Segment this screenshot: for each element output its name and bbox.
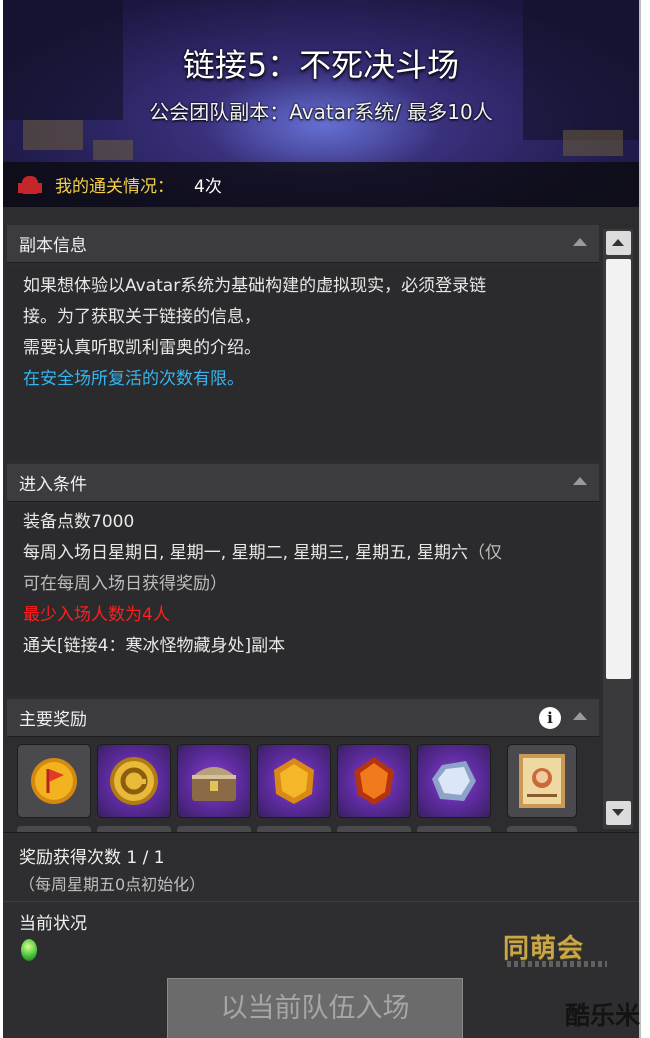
section-title-info: 副本信息 — [19, 236, 87, 256]
section-title-conditions: 进入条件 — [19, 475, 87, 495]
enter-with-party-button[interactable]: 以当前队伍入场 — [167, 978, 463, 1038]
collapse-arrow-icon[interactable] — [573, 477, 587, 485]
collapse-arrow-icon[interactable] — [573, 238, 587, 246]
helmet-icon — [17, 175, 43, 195]
gold-gem-icon — [274, 758, 314, 804]
section-body-conditions: 装备点数7000 每周入场日星期日, 星期一, 星期二, 星期三, 星期五, 星… — [7, 505, 599, 695]
vertical-scrollbar[interactable] — [603, 229, 633, 829]
dungeon-window: 链接5：不死决斗场 公会团队副本：Avatar系统/ 最多10人 我的通关情况：… — [3, 0, 639, 1038]
scroll-thumb[interactable] — [606, 259, 631, 679]
section-header-info[interactable]: 副本信息 — [7, 225, 599, 263]
reward-slot[interactable] — [177, 744, 251, 818]
info-icon[interactable]: i — [539, 707, 561, 729]
prerequisite: 通关[链接4：寒冰怪物藏身处]副本 — [23, 636, 286, 656]
footer-panel: 奖励获得次数 1 / 1 （每周星期五0点初始化） 当前状况 同萌会 以当前队伍… — [3, 832, 639, 1038]
flag-coin-icon — [31, 758, 77, 804]
orange-gem-icon — [354, 757, 394, 805]
reward-slot[interactable] — [507, 744, 577, 818]
reward-slot[interactable] — [417, 744, 491, 818]
divider — [3, 901, 639, 902]
gold-coin-icon — [110, 757, 158, 805]
clear-status-bar: 我的通关情况： 4次 — [3, 162, 639, 207]
crystal-icon — [432, 761, 476, 801]
corner-watermark: 酷乐米 — [564, 1001, 640, 1030]
entry-days-note-cont: 可在每周入场日获得奖励） — [23, 574, 227, 594]
dungeon-subtitle: 公会团队副本：Avatar系统/ 最多10人 — [149, 100, 493, 124]
clear-label: 我的通关情况： — [55, 177, 174, 197]
wanted-poster-icon — [519, 754, 565, 808]
entry-days-list: 每周入场日星期日, 星期一, 星期二, 星期三, 星期五, 星期六 — [23, 543, 469, 563]
dungeon-banner: 链接5：不死决斗场 公会团队副本：Avatar系统/ 最多10人 我的通关情况：… — [3, 0, 639, 207]
info-highlight: 在安全场所复活的次数有限。 — [23, 369, 244, 389]
reward-count: 奖励获得次数 1 / 1 — [19, 848, 165, 868]
min-players-warning: 最少入场人数为4人 — [23, 605, 170, 625]
details-panel[interactable]: 副本信息 如果想体验以Avatar系统为基础构建的虚拟现实，必须登录链 接。为了… — [3, 207, 639, 832]
gear-requirement: 装备点数7000 — [23, 512, 135, 532]
info-line: 如果想体验以Avatar系统为基础构建的虚拟现实，必须登录链 — [23, 276, 487, 296]
reward-slot[interactable] — [257, 744, 331, 818]
dungeon-title: 链接5：不死决斗场 — [182, 46, 460, 84]
section-header-conditions[interactable]: 进入条件 — [7, 464, 599, 502]
reward-slot[interactable] — [337, 744, 411, 818]
window-edge — [639, 0, 641, 1038]
reward-list — [17, 744, 597, 832]
entry-days-note: （仅 — [468, 543, 503, 563]
info-line: 需要认真听取凯利雷奥的介绍。 — [23, 338, 261, 358]
section-title-rewards: 主要奖励 — [19, 710, 87, 730]
scroll-up-button[interactable] — [606, 231, 631, 255]
section-body-info: 如果想体验以Avatar系统为基础构建的虚拟现实，必须登录链 接。为了获取关于链… — [7, 266, 599, 461]
collapse-arrow-icon[interactable] — [573, 712, 587, 720]
reward-slot[interactable] — [17, 744, 91, 818]
info-line: 接。为了获取关于链接的信息， — [23, 307, 261, 327]
reset-note: （每周星期五0点初始化） — [19, 875, 206, 894]
section-header-rewards[interactable]: 主要奖励 i — [7, 699, 599, 737]
watermark-stripe — [507, 961, 607, 967]
status-light-icon — [21, 939, 37, 961]
clear-count: 4次 — [194, 177, 222, 197]
status-label: 当前状况 — [19, 914, 87, 934]
reward-slot[interactable] — [97, 744, 171, 818]
scroll-down-button[interactable] — [606, 801, 631, 825]
watermark-logo: 同萌会 — [503, 934, 585, 964]
entry-days: 每周入场日星期日, 星期一, 星期二, 星期三, 星期五, 星期六（仅 — [23, 538, 599, 569]
treasure-chest-icon — [192, 767, 236, 801]
